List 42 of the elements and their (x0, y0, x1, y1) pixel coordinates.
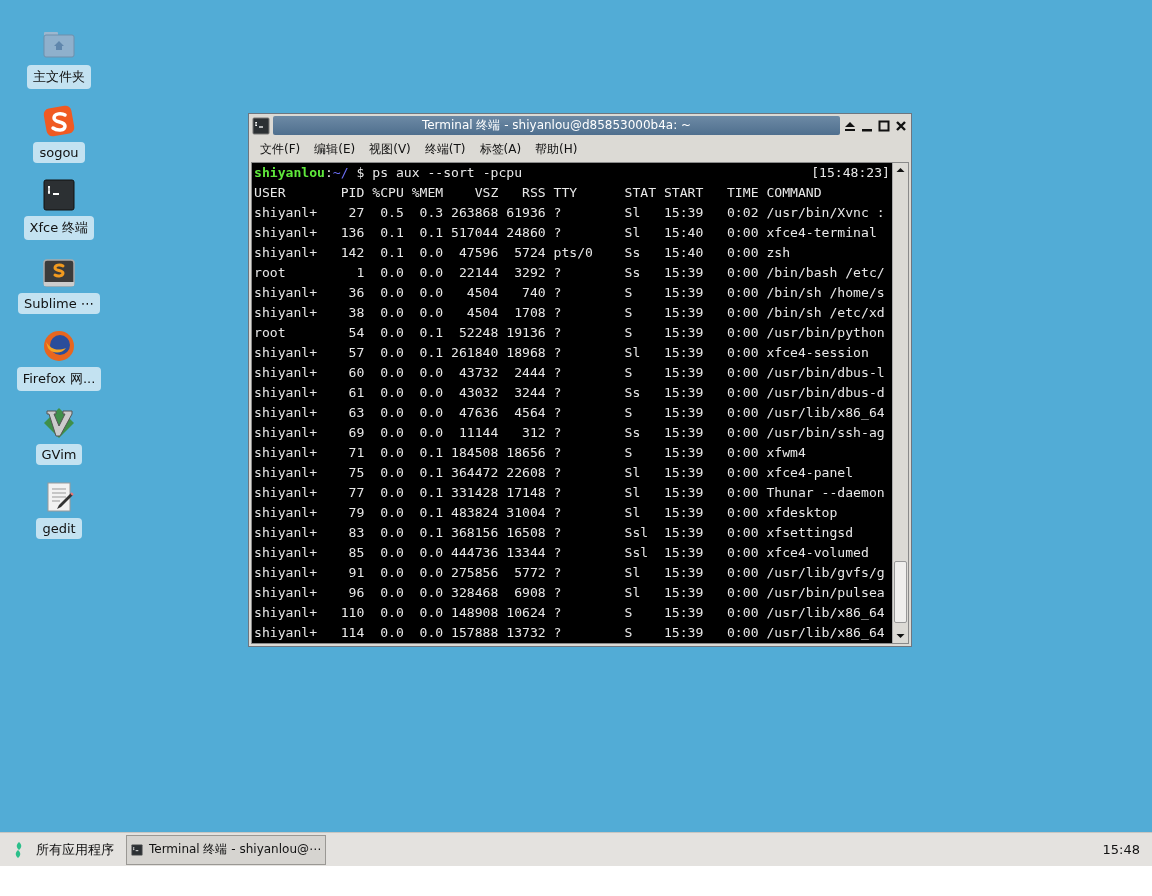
terminal-line: shiyanl+ 71 0.0 0.1 184508 18656 ? S 15:39 0:00 xfwm4 (254, 444, 807, 462)
icon-label[interactable]: sogou (33, 142, 85, 163)
terminal-line: shiyanl+ 142 0.1 0.0 47596 5724 pts/0 Ss 15:40 0:00 zsh (254, 244, 792, 262)
terminal-line: shiyanl+ 75 0.0 0.1 364472 22608 ? Sl 15:39 0:00 xfce4-panel (254, 464, 855, 482)
terminal-line: shiyanl+ 91 0.0 0.0 275856 5772 ? Sl 15:39 0:00 /usr/lib/gvfs/g (254, 564, 886, 582)
menu-item[interactable]: 文件(F) (253, 138, 308, 160)
terminal-line: shiyanl+ 83 0.0 0.1 368156 16508 ? Ssl 15:39 0:00 xfsettingsd (254, 524, 855, 542)
terminal-line: shiyanl+ 79 0.0 0.1 483824 31004 ? Sl 15:39 0:00 xfdesktop (254, 504, 839, 522)
terminal-line: shiyanl+ 38 0.0 0.0 4504 1708 ? S 15:39 0:00 /bin/sh /etc/xd (254, 304, 886, 322)
prompt-line: shiyanlou:~/ $ ps aux --sort -pcpu (254, 164, 523, 182)
menu-item[interactable]: 终端(T) (417, 138, 473, 160)
taskbar-button[interactable]: Terminal 终端 - shiyanlou@⋯ (126, 834, 326, 865)
window-title: Terminal 终端 - shiyanlou@d85853000b4a: ~ (273, 116, 840, 135)
menu-item[interactable]: 视图(V) (362, 138, 418, 160)
icon-label[interactable]: Firefox 网... (16, 367, 102, 391)
terminal-line: root 54 0.0 0.1 52248 19136 ? S 15:39 0:00 /usr/bin/python (254, 324, 886, 342)
terminal-line: shiyanl+ 36 0.0 0.0 4504 740 ? S 15:39 0:00 /bin/sh /home/s (254, 284, 886, 302)
icon-label[interactable]: GVim (35, 444, 83, 465)
terminal-line: shiyanl+ 57 0.0 0.1 261840 18968 ? Sl 15:39 0:00 xfce4-session (254, 344, 870, 362)
terminal-line: shiyanl+ 114 0.0 0.0 157888 13732 ? S 15:39 0:00 /usr/lib/x86_64 (254, 624, 886, 642)
clock: 15:48 (1102, 842, 1141, 857)
terminal-line: shiyanl+ 77 0.0 0.1 331428 17148 ? Sl 15:39 0:00 Thunar --daemon (254, 484, 886, 502)
icon-label[interactable]: Xfce 终端 (23, 216, 95, 240)
prompt-time: [15:48:23] (811, 164, 890, 182)
terminal-line: shiyanl+ 96 0.0 0.0 328468 6908 ? Sl 15:39 0:00 /usr/bin/pulsea (254, 584, 886, 602)
icon-label[interactable]: Sublime ⋯ (18, 293, 100, 314)
terminal-line: USER PID %CPU %MEM VSZ RSS TTY STAT START TIME COMMAND (254, 184, 823, 202)
applications-menu[interactable]: 所有应用程序 (6, 838, 118, 861)
terminal-line: shiyanl+ 61 0.0 0.0 43032 3244 ? Ss 15:39 0:00 /usr/bin/dbus-d (254, 384, 886, 402)
terminal-line: shiyanl+ 63 0.0 0.0 47636 4564 ? S 15:39 0:00 /usr/lib/x86_64 (254, 404, 886, 422)
icon-label[interactable]: 主文件夹 (27, 65, 91, 89)
terminal-line: shiyanl+ 60 0.0 0.0 43732 2444 ? S 15:39 0:00 /usr/bin/dbus-l (254, 364, 886, 382)
menu-item[interactable]: 编辑(E) (307, 138, 363, 160)
terminal-line: shiyanl+ 27 0.5 0.3 263868 61936 ? Sl 15:39 0:02 /usr/bin/Xvnc : (254, 204, 886, 222)
icon-label[interactable]: gedit (36, 518, 82, 539)
terminal-line: root 1 0.0 0.0 22144 3292 ? Ss 15:39 0:00 /bin/bash /etc/ (254, 264, 886, 282)
menu-item[interactable]: 标签(A) (472, 138, 529, 160)
terminal-line: shiyanl+ 69 0.0 0.0 11144 312 ? Ss 15:39 0:00 /usr/bin/ssh-ag (254, 424, 886, 442)
terminal-line: shiyanl+ 85 0.0 0.0 444736 13344 ? Ssl 15:39 0:00 xfce4-volumed (254, 544, 870, 562)
terminal-line: shiyanl+ 136 0.1 0.1 517044 24860 ? Sl 15:40 0:00 xfce4-terminal (254, 224, 878, 242)
terminal-line: shiyanl+ 110 0.0 0.0 148908 10624 ? S 15:39 0:00 /usr/lib/x86_64 (254, 604, 886, 622)
menu-item[interactable]: 帮助(H) (528, 138, 585, 160)
